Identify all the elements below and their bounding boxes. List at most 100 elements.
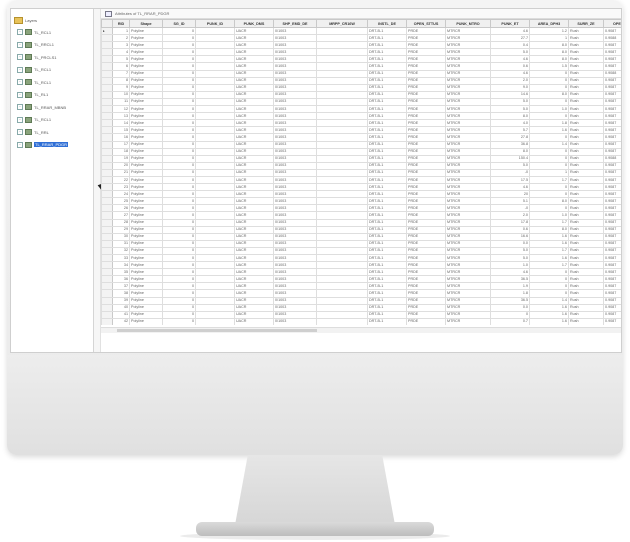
table-row[interactable]: 2 Polyline 0 UACR 0/1003 DRT-B-1 PRDE MTRCR 27.7…: [101, 34, 621, 43]
column-header[interactable]: INSTL_DE: [367, 19, 407, 28]
table-row[interactable]: 14 Polyline 0 UACR 0/1003 DRT-B-1 PRDE MTRCR 4.0…: [101, 119, 621, 128]
row-selector[interactable]: [101, 26, 113, 36]
column-header[interactable]: PUNK_MTRO: [445, 19, 491, 28]
toc-layer-item[interactable]: − TL_RCL1: [17, 76, 93, 89]
row-selector[interactable]: [101, 41, 113, 50]
expand-collapse-icon[interactable]: −: [17, 141, 23, 148]
table-row[interactable]: 12 Polyline 0 UACR 0/1003 DRT-B-1 PRDE MTRCR 5.0…: [101, 105, 621, 114]
toc-layer-item[interactable]: − TL_RCL1: [17, 64, 93, 77]
table-row[interactable]: 15 Polyline 0 UACR 0/1003 DRT-B-1 PRDE MTRCR 5.7…: [101, 126, 621, 135]
toc-layer-item[interactable]: − TL_RRAR_MBNB: [17, 101, 93, 114]
row-selector[interactable]: [101, 119, 113, 128]
column-header[interactable]: OPEN_STTUS: [406, 19, 446, 28]
expand-collapse-icon[interactable]: −: [17, 116, 23, 123]
row-selector[interactable]: [101, 204, 113, 213]
column-header[interactable]: OPEN_REL: [603, 19, 621, 28]
table-row[interactable]: 27 Polyline 0 UACR 0/1003 DRT-B-1 PRDE MTRCR 2.0…: [101, 211, 621, 220]
row-selector[interactable]: [101, 133, 113, 142]
column-header[interactable]: SURR_ZE: [568, 19, 604, 28]
row-selector[interactable]: [101, 218, 113, 227]
table-row[interactable]: 16 Polyline 0 UACR 0/1003 DRT-B-1 PRDE MTRCR 27.…: [101, 133, 621, 142]
column-header[interactable]: [101, 19, 113, 28]
row-selector[interactable]: [101, 211, 113, 220]
row-selector[interactable]: [101, 253, 113, 263]
table-row[interactable]: 39 Polyline 0 UACR 0/1003 DRT-B-1 PRDE MTRCR 36.…: [101, 296, 621, 305]
table-row[interactable]: 20 Polyline 0 UACR 0/1003 DRT-B-1 PRDE MTRCR 5.0…: [101, 161, 621, 170]
row-selector[interactable]: [101, 90, 113, 99]
row-selector[interactable]: [101, 310, 113, 319]
table-row[interactable]: 26 Polyline 0 UACR 0/1003 DRT-B-1 PRDE MTRCR -0 0…: [101, 204, 621, 213]
table-row[interactable]: 22 Polyline 0 UACR 0/1003 DRT-B-1 PRDE MTRCR 17.…: [101, 175, 621, 185]
row-selector[interactable]: [101, 268, 113, 277]
row-selector[interactable]: [101, 175, 113, 185]
toc-root[interactable]: Layers: [14, 17, 93, 24]
toc-layer-item[interactable]: − TL_RRAR_PDGR: [17, 139, 93, 152]
expand-collapse-icon[interactable]: −: [17, 104, 23, 111]
expand-collapse-icon[interactable]: −: [17, 29, 23, 36]
row-selector[interactable]: [101, 105, 113, 114]
table-row[interactable]: 19 Polyline 0 UACR 0/1003 DRT-B-1 PRDE MTRCR 150…: [101, 154, 621, 163]
column-header[interactable]: AREA_DPH3: [529, 19, 569, 28]
row-selector[interactable]: [101, 76, 113, 85]
row-selector[interactable]: [101, 34, 113, 43]
table-row[interactable]: 34 Polyline 0 UACR 0/1003 DRT-B-1 PRDE MTRCR 1.0…: [101, 261, 621, 270]
toc-layer-item[interactable]: − TL_PRCLS1: [17, 51, 93, 64]
row-selector[interactable]: [101, 239, 113, 248]
row-selector[interactable]: [101, 183, 113, 192]
table-row[interactable]: 31 Polyline 0 UACR 0/1003 DRT-B-1 PRDE MTRCR 0.0…: [101, 239, 621, 248]
row-selector[interactable]: [101, 232, 113, 241]
column-header[interactable]: MRPP_CR16W: [316, 19, 368, 28]
row-selector[interactable]: [101, 296, 113, 305]
table-row[interactable]: 42 Polyline 0 UACR 0/1003 DRT-B-1 PRDE MTRCR 0.7…: [101, 317, 621, 325]
row-selector[interactable]: [101, 126, 113, 135]
panel-splitter[interactable]: [94, 9, 101, 352]
table-row[interactable]: 10 Polyline 0 UACR 0/1003 DRT-B-1 PRDE MTRCR 14.…: [101, 90, 621, 99]
row-selector[interactable]: [101, 197, 113, 206]
table-row[interactable]: 11 Polyline 0 UACR 0/1003 DRT-B-1 PRDE MTRCR 5.0…: [101, 97, 621, 107]
row-selector[interactable]: [101, 55, 113, 64]
table-row[interactable]: 21 Polyline 0 UACR 0/1003 DRT-B-1 PRDE MTRCR -0 1…: [101, 168, 621, 177]
table-row[interactable]: 18 Polyline 0 UACR 0/1003 DRT-B-1 PRDE MTRCR 8.0…: [101, 147, 621, 156]
table-row[interactable]: 3 Polyline 0 UACR 0/1003 DRT-B-1 PRDE MTRCR 0.4 8…: [101, 41, 621, 50]
table-row[interactable]: 7 Polyline 0 UACR 0/1003 DRT-B-1 PRDE MTRCR 4.6 0…: [101, 69, 621, 78]
expand-collapse-icon[interactable]: −: [17, 129, 23, 136]
table-row[interactable]: 13 Polyline 0 UACR 0/1003 DRT-B-1 PRDE MTRCR 8.0…: [101, 112, 621, 121]
row-selector[interactable]: [101, 282, 113, 291]
expand-collapse-icon[interactable]: −: [17, 41, 23, 48]
row-selector[interactable]: [101, 246, 113, 256]
column-header[interactable]: SHP_EMD_DE: [273, 19, 317, 28]
table-row[interactable]: 35 Polyline 0 UACR 0/1003 DRT-B-1 PRDE MTRCR 4.6…: [101, 268, 621, 277]
table-row[interactable]: 25 Polyline 0 UACR 0/1003 DRT-B-1 PRDE MTRCR 5.1…: [101, 197, 621, 206]
row-selector[interactable]: [101, 275, 113, 284]
table-row[interactable]: 37 Polyline 0 UACR 0/1003 DRT-B-1 PRDE MTRCR 1.9…: [101, 282, 621, 291]
column-header[interactable]: PUNK_ET: [490, 19, 530, 28]
column-header[interactable]: RID: [112, 19, 130, 28]
table-row[interactable]: 9 Polyline 0 UACR 0/1003 DRT-B-1 PRDE MTRCR 9.0 0…: [101, 83, 621, 92]
table-row[interactable]: 4 Polyline 0 UACR 0/1003 DRT-B-1 PRDE MTRCR 5.0 8…: [101, 48, 621, 57]
column-header[interactable]: PUNK_DMS: [234, 19, 274, 28]
expand-collapse-icon[interactable]: −: [17, 66, 23, 73]
toc-layer-item[interactable]: − TL_RL1: [17, 89, 93, 102]
toc-layer-item[interactable]: − TL_RRCL1: [17, 39, 93, 52]
row-selector[interactable]: [101, 168, 113, 177]
table-row[interactable]: 23 Polyline 0 UACR 0/1003 DRT-B-1 PRDE MTRCR 4.6…: [101, 183, 621, 192]
expand-collapse-icon[interactable]: −: [17, 79, 23, 86]
row-selector[interactable]: [101, 161, 113, 170]
row-selector[interactable]: [101, 48, 113, 57]
table-row[interactable]: 17 Polyline 0 UACR 0/1003 DRT-B-1 PRDE MTRCR 36.…: [101, 140, 621, 149]
row-selector[interactable]: [101, 112, 113, 121]
column-header[interactable]: SG_ID: [162, 19, 196, 28]
scrollbar-thumb[interactable]: [117, 329, 317, 332]
row-selector[interactable]: [101, 140, 113, 149]
row-selector[interactable]: [101, 83, 113, 92]
horizontal-scrollbar[interactable]: [101, 327, 621, 333]
table-row[interactable]: 40 Polyline 0 UACR 0/1003 DRT-B-1 PRDE MTRCR 0.0…: [101, 303, 621, 312]
toc-layer-item[interactable]: − TL_RRL: [17, 126, 93, 139]
row-selector[interactable]: [101, 190, 113, 199]
table-row[interactable]: 5 Polyline 0 UACR 0/1003 DRT-B-1 PRDE MTRCR 4.6 8…: [101, 55, 621, 64]
column-header[interactable]: Shape: [129, 19, 163, 28]
row-selector[interactable]: [101, 62, 113, 71]
toc-layer-item[interactable]: − TL_RCL1: [17, 26, 93, 39]
table-row[interactable]: 29 Polyline 0 UACR 0/1003 DRT-B-1 PRDE MTRCR 0.6…: [101, 225, 621, 234]
expand-collapse-icon[interactable]: −: [17, 54, 23, 61]
